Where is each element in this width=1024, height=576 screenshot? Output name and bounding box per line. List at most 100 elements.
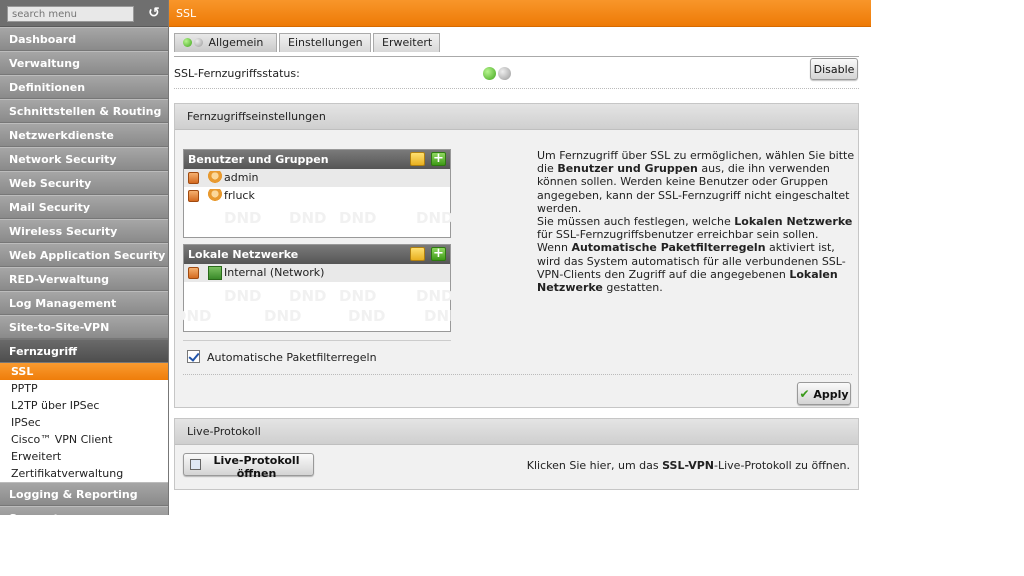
- user-icon: [208, 189, 222, 203]
- sidebar-item-fernzugriff[interactable]: Fernzugriff: [0, 339, 168, 363]
- entry-label: Internal (Network): [224, 266, 325, 279]
- apply-button[interactable]: ✔ Apply: [797, 382, 851, 405]
- page-title-bar: SSL: [169, 0, 871, 27]
- sidebar-item-mail-security[interactable]: Mail Security: [0, 195, 168, 219]
- info-text-part: Sie müssen auch festlegen, welche: [537, 215, 731, 229]
- sidebar-subitem-pptp[interactable]: PPTP: [0, 380, 168, 397]
- sidebar-item-log-management[interactable]: Log Management: [0, 291, 168, 315]
- sidebar-item-site-to-site-vpn[interactable]: Site-to-Site-VPN: [0, 315, 168, 339]
- tab-bar: Allgemein Einstellungen Erweitert: [174, 33, 859, 57]
- sidebar-item-web-security[interactable]: Web Security: [0, 171, 168, 195]
- watermark: DND: [289, 209, 327, 227]
- watermark: DND: [416, 287, 454, 305]
- tab-erweitert[interactable]: Erweitert: [373, 33, 440, 52]
- status-grey-icon: [498, 67, 511, 80]
- open-live-log-button[interactable]: Live-Protokoll öffnen: [183, 453, 314, 480]
- search-input[interactable]: [7, 6, 134, 22]
- divider: [183, 374, 852, 375]
- status-row: SSL-Fernzugriffsstatus: Disable: [174, 57, 859, 89]
- entry-label: frluck: [224, 189, 255, 202]
- folder-icon[interactable]: [410, 152, 425, 166]
- watermark: DND: [339, 209, 377, 227]
- users-groups-box: Benutzer und Gruppen + admin frluck DND …: [183, 149, 454, 238]
- sidebar-item-dashboard[interactable]: Dashboard: [0, 27, 168, 51]
- watermark: DND: [424, 307, 462, 325]
- live-log-hint: Klicken Sie hier, um das SSL-VPN-Live-Pr…: [527, 459, 850, 472]
- hint-text: -Live-Protokoll zu öffnen.: [714, 459, 850, 472]
- sidebar-item-wireless-security[interactable]: Wireless Security: [0, 219, 168, 243]
- user-icon: [208, 171, 222, 185]
- sidebar: ↺ Dashboard Verwaltung Definitionen Schn…: [0, 0, 169, 515]
- list-item: Internal (Network): [184, 264, 450, 282]
- sidebar-subitem-ipsec[interactable]: IPSec: [0, 414, 168, 431]
- watermark: DND: [289, 287, 327, 305]
- sidebar-item-verwaltung[interactable]: Verwaltung: [0, 51, 168, 75]
- checkbox-label: Automatische Paketfilterregeln: [207, 351, 377, 364]
- status-green-icon: [483, 67, 496, 80]
- watermark: DND: [416, 209, 454, 227]
- auto-packetfilter-checkbox[interactable]: [187, 350, 200, 363]
- watermark: DND: [224, 209, 262, 227]
- watermark: DND: [348, 307, 386, 325]
- delete-icon[interactable]: [188, 190, 199, 202]
- reset-search-icon[interactable]: ↺: [146, 5, 162, 21]
- info-text-part: Wenn: [537, 241, 568, 255]
- button-label: Live-Protokoll öffnen: [213, 454, 300, 480]
- info-text-part: für SSL-Fernzugriffsbenutzer erreichbar …: [537, 228, 819, 242]
- sidebar-item-logging-reporting[interactable]: Logging & Reporting: [0, 482, 168, 506]
- tab-label: Einstellungen: [288, 36, 363, 49]
- main-content: Allgemein Einstellungen Erweitert SSL-Fe…: [174, 27, 859, 490]
- sidebar-item-red-verwaltung[interactable]: RED-Verwaltung: [0, 267, 168, 291]
- panel-title: Live-Protokoll: [175, 419, 858, 445]
- settings-panel: Fernzugriffseinstellungen Benutzer und G…: [174, 103, 859, 408]
- tab-label: Erweitert: [382, 36, 433, 49]
- check-icon: ✔: [799, 386, 810, 401]
- watermark: DND: [264, 307, 302, 325]
- info-text-part: gestatten.: [606, 281, 663, 295]
- tab-einstellungen[interactable]: Einstellungen: [279, 33, 371, 52]
- search-bar: ↺: [0, 0, 168, 27]
- sidebar-item-schnittstellen[interactable]: Schnittstellen & Routing: [0, 99, 168, 123]
- page-title: SSL: [176, 7, 197, 20]
- sidebar-item-web-application-security[interactable]: Web Application Security: [0, 243, 168, 267]
- sidebar-subitem-l2tp[interactable]: L2TP über IPSec: [0, 397, 168, 414]
- delete-icon[interactable]: [188, 172, 199, 184]
- list-item: admin: [184, 169, 450, 187]
- divider: [183, 340, 451, 341]
- status-indicator: [483, 67, 513, 83]
- add-icon[interactable]: +: [431, 247, 446, 261]
- status-on-icon: [183, 38, 192, 47]
- watermark: DND: [224, 287, 262, 305]
- disable-button[interactable]: Disable: [810, 58, 858, 80]
- status-label: SSL-Fernzugriffsstatus:: [174, 67, 300, 80]
- box-title-label: Benutzer und Gruppen: [188, 153, 329, 166]
- box-title: Benutzer und Gruppen +: [184, 150, 450, 169]
- network-icon: [208, 266, 222, 280]
- info-text: Um Fernzugriff über SSL zu ermöglichen, …: [537, 149, 857, 294]
- sidebar-subitem-cisco-vpn[interactable]: Cisco™ VPN Client: [0, 431, 168, 448]
- sidebar-subitem-erweitert[interactable]: Erweitert: [0, 448, 168, 465]
- box-title-label: Lokale Netzwerke: [188, 248, 299, 261]
- folder-icon[interactable]: [410, 247, 425, 261]
- tab-label: Allgemein: [208, 36, 264, 49]
- log-window-icon: [190, 459, 201, 470]
- hint-text-bold: SSL-VPN: [662, 459, 715, 472]
- hint-text: Klicken Sie hier, um das: [526, 459, 659, 472]
- sidebar-subitem-zertifikate[interactable]: Zertifikatverwaltung: [0, 465, 168, 482]
- sidebar-item-support[interactable]: Support: [0, 506, 168, 515]
- add-icon[interactable]: +: [431, 152, 446, 166]
- live-log-panel: Live-Protokoll Live-Protokoll öffnen Kli…: [174, 418, 859, 490]
- tab-allgemein[interactable]: Allgemein: [174, 33, 277, 52]
- apply-label: Apply: [813, 387, 849, 401]
- sidebar-item-network-security[interactable]: Network Security: [0, 147, 168, 171]
- sidebar-item-netzwerkdienste[interactable]: Netzwerkdienste: [0, 123, 168, 147]
- box-title: Lokale Netzwerke +: [184, 245, 450, 264]
- delete-icon[interactable]: [188, 267, 199, 279]
- watermark: DND: [174, 307, 212, 325]
- panel-title: Fernzugriffseinstellungen: [175, 104, 858, 130]
- sidebar-subitem-ssl[interactable]: SSL: [0, 363, 168, 380]
- info-text-bold: Lokalen Netzwerke: [734, 215, 853, 229]
- local-networks-box: Lokale Netzwerke + Internal (Network) DN…: [174, 244, 461, 332]
- sidebar-item-definitionen[interactable]: Definitionen: [0, 75, 168, 99]
- entry-label: admin: [224, 171, 259, 184]
